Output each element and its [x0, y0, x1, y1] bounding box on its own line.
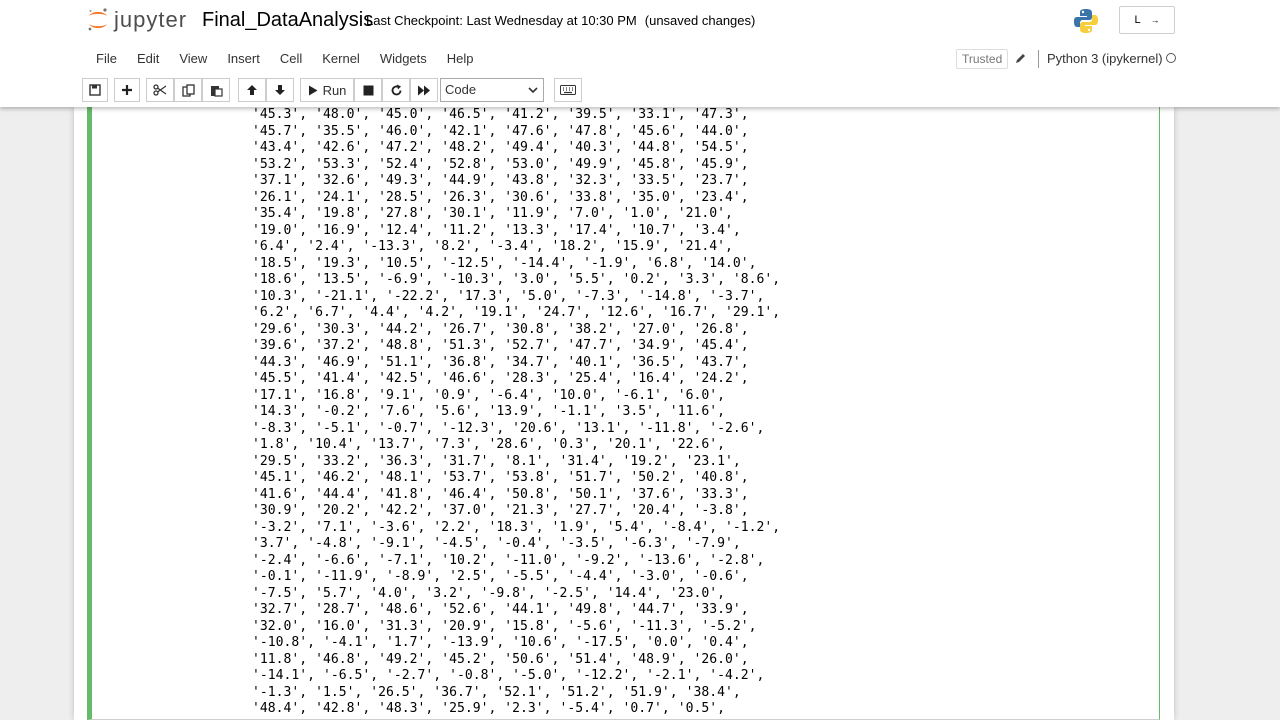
output-line: '18.6', '13.5', '-6.9', '-10.3', '3.0', … [252, 272, 781, 287]
kernel-name[interactable]: Python 3 (ipykernel) [1038, 50, 1163, 68]
paste-button[interactable] [202, 78, 230, 102]
output-line: '6.2', '6.7', '4.4', '4.2', '19.1', '24.… [252, 305, 781, 320]
login-button[interactable]: L → [1119, 6, 1175, 34]
menu-widgets[interactable]: Widgets [370, 48, 437, 70]
cell-type-value: Code [445, 82, 477, 97]
output-line: '39.6', '37.2', '48.8', '51.3', '52.7', … [252, 338, 749, 353]
refresh-icon [391, 84, 401, 95]
output-line: '35.4', '19.8', '27.8', '30.1', '11.9', … [252, 206, 733, 221]
menu-help[interactable]: Help [437, 48, 484, 70]
login-label: L [1134, 14, 1141, 26]
plus-icon [122, 85, 132, 95]
arrow-up-icon [247, 85, 257, 95]
output-line: '43.4', '42.6', '47.2', '48.2', '49.4', … [252, 140, 749, 155]
chevron-down-icon [528, 87, 538, 94]
restart-run-all-button[interactable] [410, 78, 438, 102]
trusted-indicator[interactable]: Trusted [956, 49, 1009, 69]
output-line: '48.4', '42.8', '48.3', '25.9', '2.3', '… [252, 701, 725, 716]
fast-forward-icon [418, 85, 430, 95]
output-line: '26.1', '24.1', '28.5', '26.3', '30.6', … [252, 189, 749, 205]
floppy-icon [89, 84, 101, 96]
menu-edit[interactable]: Edit [127, 48, 169, 70]
output-line: '37.1', '32.6', '49.3', '44.9', '43.8', … [252, 173, 749, 188]
unsaved-changes: (unsaved changes) [644, 13, 756, 28]
jupyter-logo[interactable]: jupyter [86, 6, 187, 34]
output-line: '29.5', '33.2', '36.3', '31.7', '8.1', '… [252, 453, 741, 469]
output-line: '-1.3', '1.5', '26.5', '36.7', '52.1', '… [252, 684, 741, 700]
checkpoint-status: Last Checkpoint: Last Wednesday at 10:30… [366, 13, 755, 29]
move-up-button[interactable] [238, 78, 266, 102]
python-logo-icon [1071, 6, 1101, 41]
stop-icon [363, 85, 373, 95]
output-line: '10.3', '-21.1', '-22.2', '17.3', '5.0',… [252, 288, 765, 304]
menu-file[interactable]: File [86, 48, 127, 70]
play-icon [308, 85, 318, 95]
output-line: '14.3', '-0.2', '7.6', '5.6', '13.9', '-… [252, 404, 725, 419]
output-line: '18.5', '19.3', '10.5', '-12.5', '-14.4'… [252, 255, 757, 271]
menu-view[interactable]: View [169, 48, 217, 70]
output-line: '53.2', '53.3', '52.4', '52.8', '53.0', … [252, 156, 749, 172]
paste-icon [210, 85, 223, 97]
arrow-down-icon [275, 85, 285, 95]
arrow-icon: → [1150, 15, 1160, 25]
output-line: '45.3', '48.0', '45.0', '46.5', '41.2', … [252, 107, 749, 122]
copy-icon [181, 83, 195, 97]
output-line: '3.7', '-4.8', '-9.1', '-4.5', '-0.4', '… [252, 536, 741, 551]
output-line: '45.1', '46.2', '48.1', '53.7', '53.8', … [252, 470, 749, 485]
output-line: '-2.4', '-6.6', '-7.1', '10.2', '-11.0',… [252, 552, 765, 568]
run-label: Run [322, 82, 347, 98]
output-line: '-3.2', '7.1', '-3.6', '2.2', '18.3', '1… [252, 519, 781, 535]
save-button[interactable] [82, 78, 108, 102]
menubar: File Edit View Insert Cell Kernel Widget… [86, 48, 484, 70]
output-line: '11.8', '46.8', '49.2', '45.2', '50.6', … [252, 651, 749, 667]
output-line: '-0.1', '-11.9', '-8.9', '2.5', '-5.5', … [252, 569, 749, 584]
keyboard-icon [560, 85, 576, 95]
command-palette-button[interactable] [554, 78, 582, 102]
pencil-icon[interactable] [1015, 51, 1027, 69]
output-line: '30.9', '20.2', '42.2', '37.0', '21.3', … [252, 503, 749, 518]
output-line: '-7.5', '5.7', '4.0', '3.2', '-9.8', '-2… [252, 585, 725, 601]
notebook-name[interactable]: Final_DataAnalysis [202, 8, 373, 32]
last-checkpoint: Last Checkpoint: Last Wednesday at 10:30… [366, 13, 637, 28]
scissors-icon [153, 84, 167, 96]
output-line: '44.3', '46.9', '51.1', '36.8', '34.7', … [252, 354, 749, 370]
interrupt-button[interactable] [354, 78, 382, 102]
copy-button[interactable] [174, 78, 202, 102]
cell-output: '45.3', '48.0', '45.0', '46.5', '41.2', … [252, 107, 1132, 720]
output-line: '19.0', '16.9', '12.4', '11.2', '13.3', … [252, 222, 741, 238]
jupyter-logo-icon [88, 8, 107, 31]
restart-button[interactable] [382, 78, 410, 102]
menu-insert[interactable]: Insert [217, 48, 270, 70]
output-line: '29.6', '30.3', '44.2', '26.7', '30.8', … [252, 321, 749, 337]
output-line: '32.7', '28.7', '48.6', '52.6', '44.1', … [252, 602, 749, 617]
move-down-button[interactable] [266, 78, 294, 102]
cell-type-select[interactable]: Code [440, 78, 544, 102]
output-line: '-14.1', '-6.5', '-2.7', '-0.8', '-5.0',… [252, 668, 765, 683]
output-line: '45.5', '41.4', '42.5', '46.6', '28.3', … [252, 371, 749, 386]
output-line: '-8.3', '-5.1', '-0.7', '-12.3', '20.6',… [252, 420, 765, 436]
notebook-header: jupyter Final_DataAnalysis Last Checkpoi… [0, 0, 1280, 107]
insert-cell-button[interactable] [114, 78, 140, 102]
menu-kernel[interactable]: Kernel [312, 48, 370, 70]
jupyter-wordmark: jupyter [114, 7, 188, 32]
menu-cell[interactable]: Cell [270, 48, 312, 70]
cut-button[interactable] [146, 78, 174, 102]
output-line: '6.4', '2.4', '-13.3', '8.2', '-3.4', '1… [252, 239, 733, 254]
kernel-idle-icon [1166, 53, 1176, 63]
output-line: '41.6', '44.4', '41.8', '46.4', '50.8', … [252, 486, 749, 502]
output-line: '-10.8', '-4.1', '1.7', '-13.9', '10.6',… [252, 635, 749, 650]
output-line: '17.1', '16.8', '9.1', '0.9', '-6.4', '1… [252, 387, 725, 403]
output-line: '1.8', '10.4', '13.7', '7.3', '28.6', '0… [252, 437, 725, 452]
output-line: '45.7', '35.5', '46.0', '42.1', '47.6', … [252, 123, 749, 139]
output-line: '32.0', '16.0', '31.3', '20.9', '15.8', … [252, 618, 757, 634]
run-button[interactable]: Run [300, 78, 354, 102]
